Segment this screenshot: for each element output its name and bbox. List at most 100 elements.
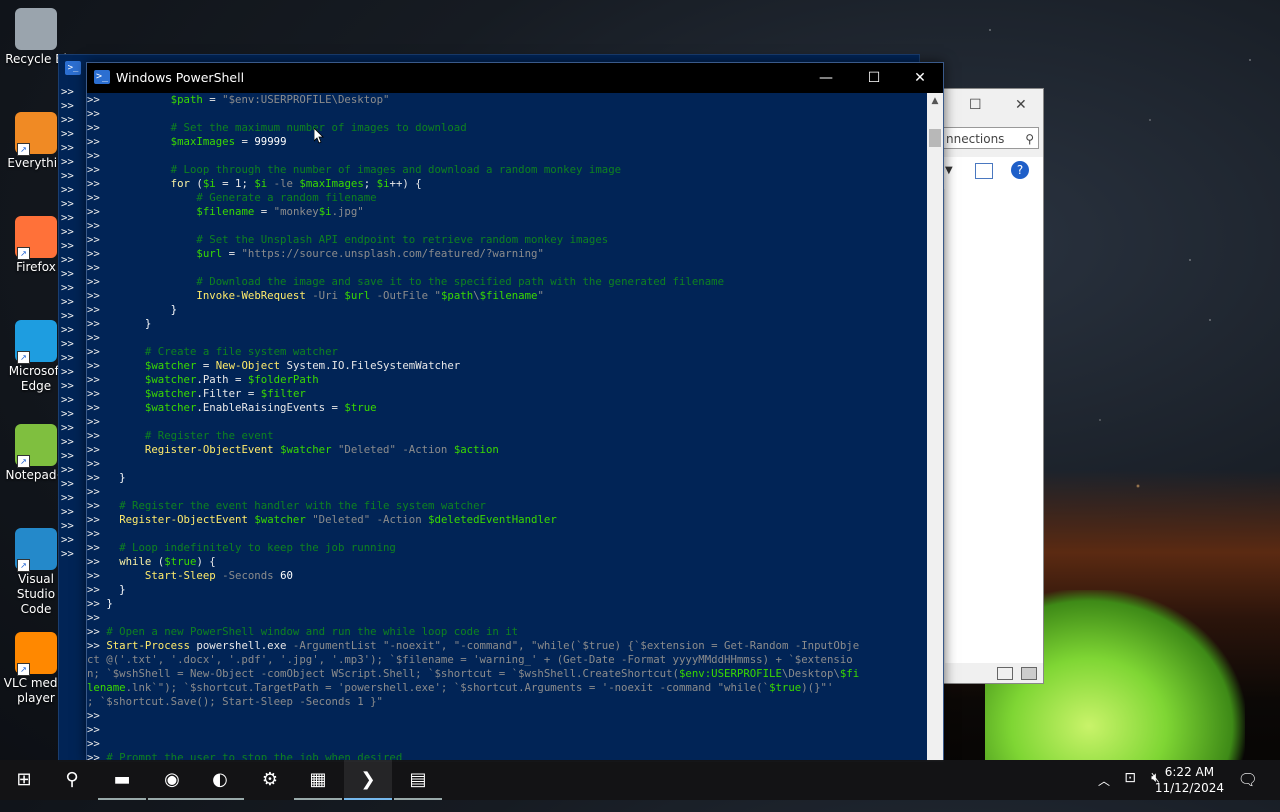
powershell-icon: ❯	[360, 769, 376, 790]
search-icon: ⚲	[1025, 132, 1034, 146]
minimize-button[interactable]: —	[803, 63, 849, 93]
vscode-icon: ↗	[15, 528, 57, 572]
console-line: ct @('.txt', '.docx', '.pdf', '.jpg', '.…	[87, 653, 853, 666]
firefox-icon: ↗	[15, 216, 57, 260]
console-line: >> # Register the event handler with the…	[87, 499, 486, 512]
chevron-down-icon[interactable]: ▼	[945, 165, 953, 176]
console-line: >> Start-Sleep -Seconds 60	[87, 569, 293, 582]
edge-icon: ◐	[212, 769, 228, 790]
shortcut-arrow-icon: ↗	[17, 351, 30, 364]
behind-prompt-line: >>	[61, 435, 74, 448]
powershell-icon: >_	[65, 61, 81, 75]
console-line: >> Invoke-WebRequest -Uri $url -OutFile …	[87, 289, 544, 302]
console-line: >>	[87, 737, 107, 750]
network-icon[interactable]: ⊡	[1124, 770, 1136, 810]
background-window-search-input[interactable]: nnections ⚲	[943, 127, 1039, 149]
console-line: >>	[87, 709, 107, 722]
details-view-icon[interactable]	[997, 667, 1013, 680]
behind-prompt-line: >>	[61, 365, 74, 378]
powershell-titlebar[interactable]: >_ Windows PowerShell — ☐ ✕	[87, 63, 943, 93]
console-line: >>	[87, 261, 107, 274]
console-line: >> # Register the event	[87, 429, 274, 442]
console-line: >> # Set the maximum number of images to…	[87, 121, 467, 134]
preview-pane-icon[interactable]	[975, 163, 993, 179]
console-line: >> # Generate a random filename	[87, 191, 377, 204]
behind-prompt-line: >>	[61, 197, 74, 210]
taskbar-firefox[interactable]: ◉	[148, 760, 196, 800]
notification-icon[interactable]: 🗨︎	[1238, 770, 1258, 810]
console-line: >> $path = "$env:USERPROFILE\Desktop"	[87, 93, 390, 106]
console-line: >> # Loop through the number of images a…	[87, 163, 622, 176]
background-window-toolbar: ▼ ?	[931, 157, 1043, 189]
behind-window-prompts: >> >> >> >> >> >> >> >> >> >> >> >> >> >> >> >> >> >> >> >>…	[61, 85, 74, 561]
taskbar-powershell[interactable]: ❯	[344, 760, 392, 800]
console-line: >> }	[87, 597, 113, 610]
behind-prompt-line: >>	[61, 141, 74, 154]
behind-prompt-line: >>	[61, 449, 74, 462]
windows-icon: ⊞	[16, 769, 32, 790]
console-line: >>	[87, 723, 107, 736]
console-line: >> # Loop indefinitely to keep the job r…	[87, 541, 396, 554]
maximize-button[interactable]: ☐	[851, 63, 897, 93]
shortcut-arrow-icon: ↗	[17, 247, 30, 260]
taskbar-control-panel[interactable]: ▦	[294, 760, 342, 800]
behind-prompt-line: >>	[61, 127, 74, 140]
console-line: >> $watcher.Filter = $filter	[87, 387, 306, 400]
console-line: >> for ($i = 1; $i -le $maxImages; $i++)…	[87, 177, 422, 190]
control-panel-icon: ▦	[309, 769, 327, 790]
taskbar-settings[interactable]: ⚙	[246, 760, 294, 800]
search-button[interactable]: ⚲	[48, 760, 96, 800]
behind-prompt-line: >>	[61, 533, 74, 546]
shortcut-arrow-icon: ↗	[17, 559, 30, 572]
behind-prompt-line: >>	[61, 113, 74, 126]
taskbar-app[interactable]: ▤	[394, 760, 442, 800]
console-line: >>	[87, 611, 107, 624]
behind-prompt-line: >>	[61, 295, 74, 308]
behind-prompt-line: >>	[61, 407, 74, 420]
start-button[interactable]: ⊞	[0, 760, 48, 800]
background-window-titlebar: ☐ ✕	[931, 89, 1043, 123]
behind-prompt-line: >>	[61, 323, 74, 336]
scrollbar-thumb[interactable]	[929, 129, 941, 147]
console-line: >> $maxImages = 99999	[87, 135, 287, 148]
console-line: >> while ($true) {	[87, 555, 216, 568]
search-placeholder-text: nnections	[946, 132, 1005, 146]
behind-prompt-line: >>	[61, 519, 74, 532]
behind-prompt-line: >>	[61, 547, 74, 560]
behind-prompt-line: >>	[61, 169, 74, 182]
window-app-icon: ▤	[409, 769, 427, 790]
taskbar-explorer[interactable]: ▬	[98, 760, 146, 800]
behind-prompt-line: >>	[61, 253, 74, 266]
behind-prompt-line: >>	[61, 505, 74, 518]
background-window[interactable]: ☐ ✕ nnections ⚲ ▼ ?	[930, 88, 1044, 684]
taskbar-clock[interactable]: 6:22 AM 11/12/2024	[1155, 764, 1224, 796]
gear-icon: ⚙	[261, 769, 279, 790]
taskbar-edge[interactable]: ◐	[196, 760, 244, 800]
console-line: >> # Set the Unsplash API endpoint to re…	[87, 233, 609, 246]
console-line: >> # Download the image and save it to t…	[87, 275, 725, 288]
vlc-icon: ↗	[15, 632, 57, 676]
behind-prompt-line: >>	[61, 421, 74, 434]
recycle-bin-icon	[15, 8, 57, 50]
vertical-scrollbar[interactable]: ▲	[927, 93, 943, 761]
chevron-up-icon[interactable]: ︿	[1098, 772, 1110, 812]
powershell-window[interactable]: >_ Windows PowerShell — ☐ ✕ >> $path = "…	[86, 62, 944, 762]
shortcut-arrow-icon: ↗	[17, 455, 30, 468]
background-window-maximize[interactable]: ☐	[969, 97, 982, 113]
close-button[interactable]: ✕	[897, 63, 943, 93]
console-line: >> }	[87, 303, 178, 316]
behind-prompt-line: >>	[61, 463, 74, 476]
behind-prompt-line: >>	[61, 379, 74, 392]
shortcut-arrow-icon: ↗	[17, 143, 30, 156]
help-icon[interactable]: ?	[1011, 161, 1029, 179]
console-line: >> Start-Process powershell.exe -Argumen…	[87, 639, 860, 652]
large-icons-view-icon[interactable]	[1021, 667, 1037, 680]
scroll-up-arrow-icon[interactable]: ▲	[927, 93, 943, 109]
console-output[interactable]: >> $path = "$env:USERPROFILE\Desktop" >> …	[87, 93, 927, 761]
background-window-close[interactable]: ✕	[1015, 97, 1027, 113]
console-line: >>	[87, 457, 107, 470]
behind-prompt-line: >>	[61, 491, 74, 504]
console-line: >>	[87, 485, 107, 498]
console-line: lename.lnk`"); `$shortcut.TargetPath = '…	[87, 681, 834, 694]
mouse-pointer-icon	[314, 128, 324, 144]
